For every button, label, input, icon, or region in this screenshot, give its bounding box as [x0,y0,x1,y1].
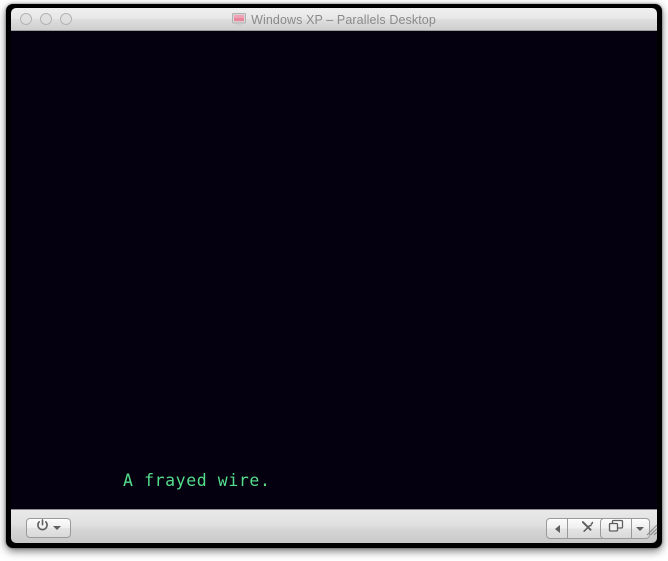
back-button[interactable] [547,519,569,538]
resize-grip-icon[interactable] [645,523,659,537]
bottom-toolbar [11,509,657,543]
toolbar-segmented-view [600,518,650,539]
triangle-left-icon [554,524,560,533]
tools-icon [580,519,595,539]
zoom-button[interactable] [60,13,72,25]
vm-window: Windows XP – Parallels Desktop A frayed … [6,4,662,548]
cascade-windows-icon [608,519,624,538]
close-button[interactable] [20,13,32,25]
window-title: Windows XP – Parallels Desktop [251,12,436,27]
chevron-down-icon [636,526,645,531]
title-bar[interactable]: Windows XP – Parallels Desktop [11,8,657,31]
toolbar-segmented-tools [546,518,608,539]
console-line: A frayed wire. [123,471,271,490]
view-mode-button[interactable] [601,519,632,538]
power-button[interactable] [26,518,71,538]
window-controls [20,13,72,25]
minimize-button[interactable] [40,13,52,25]
monitor-icon [232,13,247,26]
power-icon [36,519,49,537]
chevron-down-icon [53,526,61,530]
title-bar-center: Windows XP – Parallels Desktop [11,8,657,31]
console-text-block: A frayed wire. There's no electric curre… [123,401,323,509]
vm-screen[interactable]: A frayed wire. There's no electric curre… [11,31,657,509]
